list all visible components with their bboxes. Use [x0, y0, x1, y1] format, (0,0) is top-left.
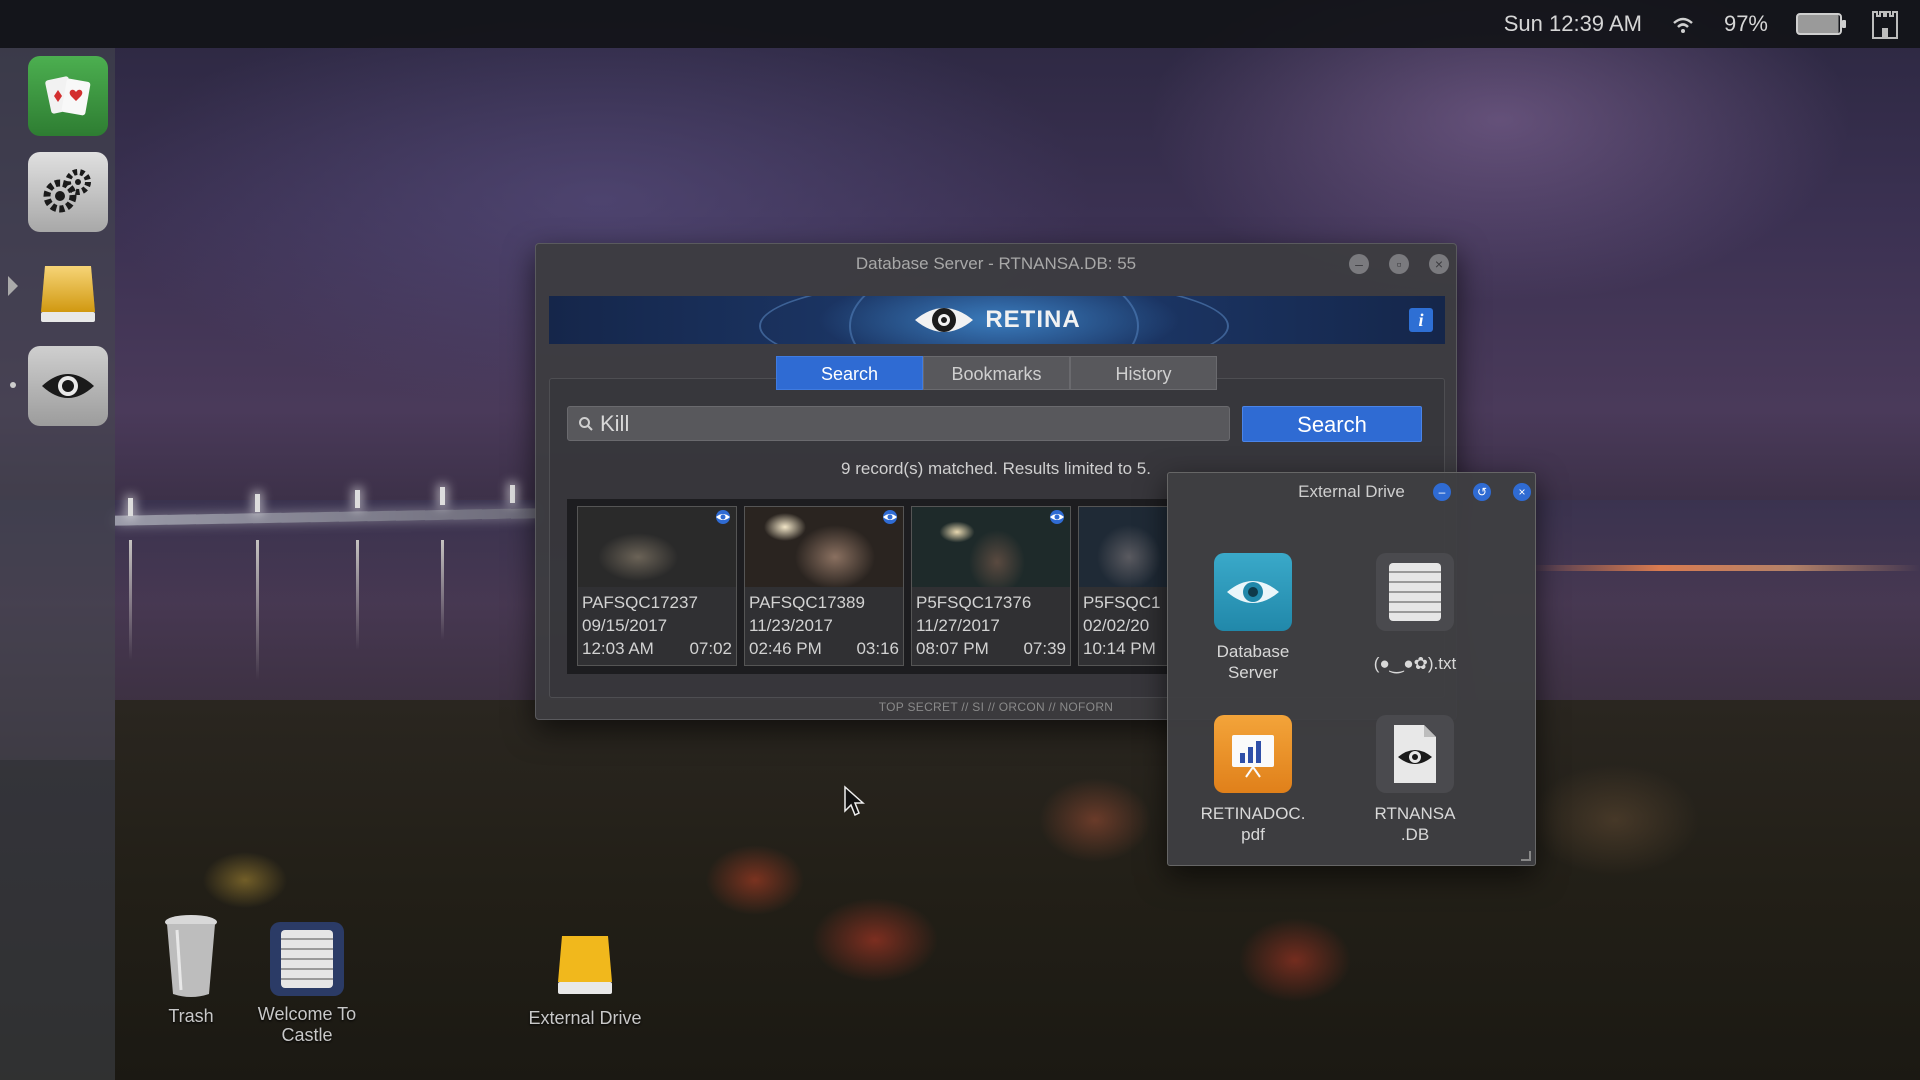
- distant-lights: [1530, 565, 1920, 571]
- record-time: 02:46 PM: [749, 639, 822, 658]
- flower-garden-background: [115, 700, 1920, 1080]
- close-button[interactable]: ×: [1429, 254, 1449, 274]
- gears-icon: [43, 169, 91, 213]
- retina-banner: RETINA i: [549, 296, 1445, 344]
- tab-bar: Search Bookmarks History: [776, 356, 1217, 390]
- video-thumbnail: [1079, 507, 1167, 587]
- eye-icon[interactable]: [880, 510, 900, 524]
- record-date: 02/02/20: [1083, 616, 1150, 635]
- file-label: .DB: [1400, 825, 1430, 844]
- settings-app-button[interactable]: [28, 152, 108, 232]
- search-button[interactable]: Search: [1242, 406, 1422, 442]
- light-reflection: [129, 540, 132, 660]
- street-lamp: [510, 485, 515, 503]
- close-button[interactable]: ×: [1513, 483, 1531, 501]
- file-retinadoc-pdf[interactable]: RETINADOC. pdf: [1183, 715, 1323, 845]
- eye-icon[interactable]: [1047, 510, 1067, 524]
- record-date: 11/27/2017: [916, 616, 1000, 635]
- window-title: Database Server - RTNANSA.DB: 55: [855, 254, 1137, 273]
- record-duration: 07:39: [1023, 639, 1066, 658]
- brand-title: RETINA: [985, 306, 1081, 333]
- street-lamp: [128, 498, 133, 516]
- search-icon: [579, 416, 593, 431]
- record-time: 08:07 PM: [916, 639, 989, 658]
- record-id: P5FSQC1: [1083, 593, 1161, 612]
- chart-document-icon: [1214, 715, 1292, 793]
- text-file-icon: [1376, 553, 1454, 631]
- battery-percent: 97%: [1723, 11, 1768, 36]
- file-label: pdf: [1241, 825, 1265, 844]
- drive-icon: [550, 930, 620, 1000]
- active-indicator: [10, 382, 16, 388]
- results-strip: PAFSQC17237 09/15/2017 12:03 AM 07:02 PAF…: [567, 499, 1167, 674]
- result-card[interactable]: PAFSQC17237 09/15/2017 12:03 AM 07:02: [577, 506, 737, 666]
- record-time: 10:14 PM: [1083, 639, 1156, 658]
- battery-icon[interactable]: [1796, 13, 1846, 35]
- text-file-icon: [270, 922, 344, 996]
- trash-icon: [163, 910, 219, 998]
- result-card[interactable]: PAFSQC17389 11/23/2017 02:46 PM 03:16: [744, 506, 904, 666]
- dock: [0, 48, 115, 1080]
- record-time: 12:03 AM: [582, 639, 654, 658]
- record-id: P5FSQC17376: [916, 593, 1032, 612]
- mouse-cursor-icon: [844, 785, 865, 817]
- maximize-button[interactable]: ▫: [1389, 254, 1409, 274]
- record-id: PAFSQC17389: [749, 593, 865, 612]
- top-bar: Sun 12:39 AM 97%: [0, 0, 1920, 48]
- light-reflection: [441, 540, 444, 640]
- external-drive-app-button[interactable]: [28, 253, 108, 333]
- eye-icon: [1214, 553, 1292, 631]
- street-lamp: [440, 487, 445, 505]
- desktop-icon-welcome[interactable]: Welcome To Castle: [232, 922, 382, 1046]
- file-text-document[interactable]: (●‿●✿).txt: [1345, 553, 1485, 674]
- resize-handle[interactable]: [1521, 851, 1531, 861]
- light-reflection: [256, 540, 259, 680]
- record-duration: 07:02: [689, 639, 732, 658]
- light-reflection: [356, 540, 359, 650]
- drive-icon: [41, 266, 95, 322]
- desktop-icon-label: External Drive: [528, 1008, 642, 1028]
- solitaire-app-button[interactable]: [28, 56, 108, 136]
- search-field[interactable]: [567, 406, 1230, 441]
- search-input[interactable]: [600, 410, 1200, 437]
- minimize-button[interactable]: –: [1433, 483, 1451, 501]
- street-lamp: [355, 490, 360, 508]
- file-rtnansa-db[interactable]: RTNANSA .DB: [1345, 715, 1485, 845]
- minimize-button[interactable]: –: [1349, 254, 1369, 274]
- eye-icon: [42, 374, 94, 398]
- street-lamp: [255, 494, 260, 512]
- tab-history[interactable]: History: [1070, 356, 1217, 390]
- record-date: 09/15/2017: [582, 616, 668, 635]
- file-label: (●‿●✿).txt: [1373, 654, 1457, 673]
- tab-bookmarks[interactable]: Bookmarks: [923, 356, 1070, 390]
- eye-document-icon: [1376, 715, 1454, 793]
- wifi-icon[interactable]: [1670, 11, 1696, 37]
- record-id: PAFSQC17237: [582, 593, 698, 612]
- file-label: Database: [1216, 642, 1290, 661]
- castle-icon[interactable]: [1870, 8, 1900, 40]
- file-label: RTNANSA: [1374, 804, 1456, 823]
- record-duration: 03:16: [856, 639, 899, 658]
- file-database-server[interactable]: Database Server: [1183, 553, 1323, 683]
- record-date: 11/23/2017: [749, 616, 833, 635]
- result-card[interactable]: P5FSQC1 02/02/20 10:14 PM: [1078, 506, 1167, 666]
- file-label: RETINADOC.: [1200, 804, 1306, 823]
- tab-search[interactable]: Search: [776, 356, 923, 390]
- external-drive-window: External Drive – ↺ × Database Server (●‿…: [1167, 472, 1536, 866]
- desktop-icon-label: Welcome To Castle: [257, 1004, 357, 1045]
- eye-icon[interactable]: [713, 510, 733, 524]
- eye-icon: [915, 308, 974, 332]
- playing-cards-icon: [45, 76, 91, 116]
- info-button[interactable]: i: [1409, 308, 1433, 332]
- result-card[interactable]: P5FSQC17376 11/27/2017 08:07 PM 07:39: [911, 506, 1071, 666]
- clock[interactable]: Sun 12:39 AM: [1504, 11, 1642, 37]
- file-label: Server: [1227, 663, 1279, 682]
- retina-app-button[interactable]: [28, 346, 108, 426]
- desktop-icon-external-drive[interactable]: External Drive: [510, 930, 660, 1029]
- maximize-button[interactable]: ↺: [1473, 483, 1491, 501]
- expand-arrow-icon[interactable]: [8, 276, 18, 296]
